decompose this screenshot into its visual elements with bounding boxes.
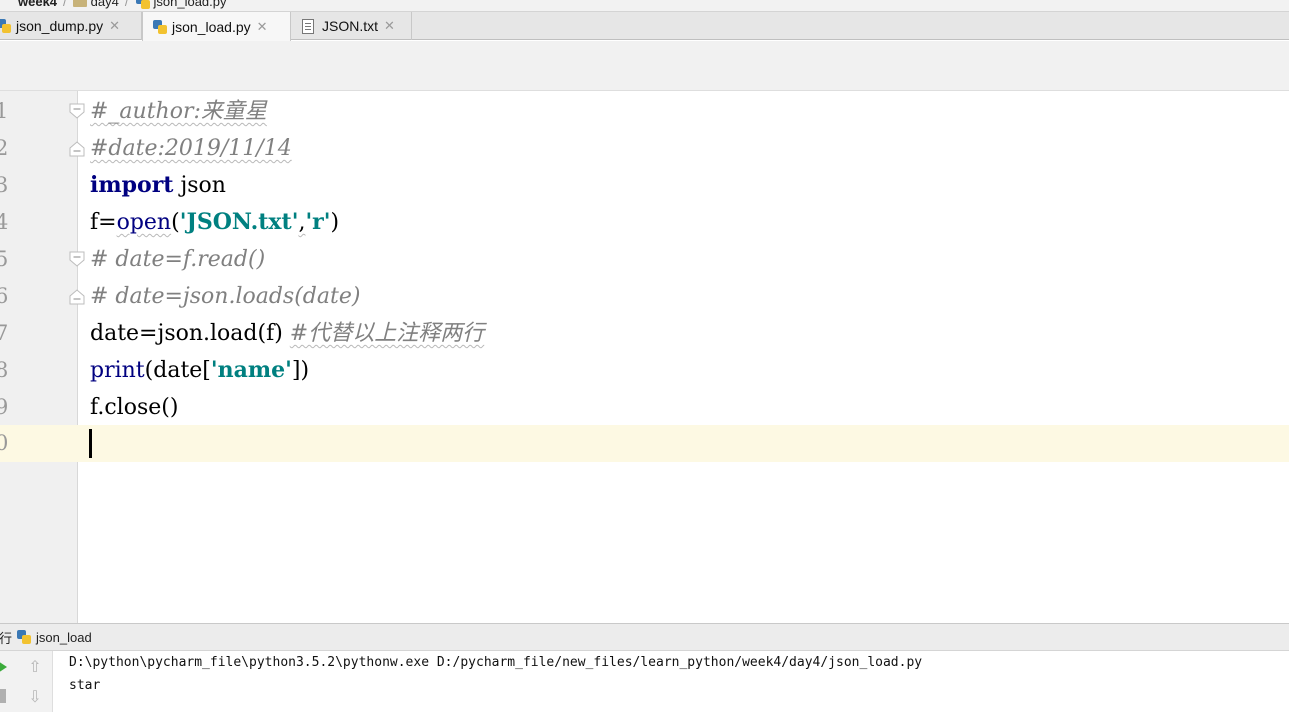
line-number: 8 [0, 358, 9, 382]
line-number: 2 [0, 136, 9, 160]
text-caret [89, 429, 92, 458]
breadcrumb-day-label: day4 [90, 0, 119, 9]
editor-tab-bar: json_dump.py ✕ json_load.py ✕ JSON.txt ✕ [0, 12, 1289, 41]
line-number: 3 [0, 173, 9, 197]
tab-label: json_load.py [172, 18, 251, 35]
code-line: 9 f.close() [0, 389, 1289, 426]
line-number: 7 [0, 321, 9, 345]
close-icon[interactable]: ✕ [109, 18, 120, 34]
python-file-icon [0, 18, 12, 34]
code-text: import json [90, 172, 226, 198]
scroll-up-icon[interactable]: ⇧ [27, 659, 43, 675]
fold-start-icon[interactable] [69, 103, 86, 120]
python-run-config-icon [16, 629, 32, 645]
scroll-down-icon[interactable]: ⇩ [27, 689, 43, 705]
tab-json-dump[interactable]: json_dump.py ✕ [0, 12, 142, 40]
line-number: 5 [0, 247, 9, 271]
breadcrumb-file[interactable]: json_load.py [131, 0, 231, 10]
code-line: 3 import json [0, 167, 1289, 204]
folder-icon [72, 0, 87, 7]
code-text: #_author:来童星 [90, 99, 267, 124]
code-text: f.close() [90, 395, 179, 420]
code-text: #date:2019/11/14 [90, 136, 292, 161]
breadcrumb-week[interactable]: week4 [0, 0, 61, 9]
stop-icon[interactable] [0, 689, 6, 703]
code-line: 2 #date:2019/11/14 [0, 130, 1289, 167]
breadcrumb-separator: / [63, 0, 67, 9]
line-number: 4 [0, 210, 9, 234]
run-panel-header: 行 json_load [0, 623, 1289, 651]
code-line: 7 date=json.load(f) #代替以上注释两行 [0, 315, 1289, 352]
tab-json-txt[interactable]: JSON.txt ✕ [291, 12, 412, 40]
code-text: # date=json.loads(date) [90, 284, 361, 309]
python-file-icon [152, 19, 168, 35]
current-code-line[interactable]: 0 [0, 425, 1289, 462]
rerun-icon[interactable] [0, 661, 7, 673]
code-text: # date=f.read() [90, 247, 266, 272]
code-text: date=json.load(f) #代替以上注释两行 [90, 321, 485, 346]
console-line: star [69, 678, 101, 693]
code-line: 8 print(date['name']) [0, 352, 1289, 389]
code-text: f=open('JSON.txt','r') [90, 209, 340, 235]
run-config-name[interactable]: json_load [36, 630, 92, 645]
tab-label: JSON.txt [322, 18, 379, 34]
editor-toolbar-strip [0, 41, 1289, 91]
tab-label: json_dump.py [16, 18, 104, 34]
code-line: 6 # date=json.loads(date) [0, 278, 1289, 315]
breadcrumb-separator: / [124, 0, 129, 9]
line-number: 9 [0, 395, 9, 419]
python-file-icon [135, 0, 151, 10]
close-icon[interactable]: ✕ [257, 19, 268, 35]
code-text: print(date['name']) [90, 357, 310, 383]
tab-json-load[interactable]: json_load.py ✕ [142, 12, 291, 41]
run-panel-toolbar: ⇧ ⇩ [0, 651, 53, 712]
close-icon[interactable]: ✕ [384, 18, 395, 34]
fold-start-icon[interactable] [69, 251, 86, 268]
code-line: 4 f=open('JSON.txt','r') [0, 204, 1289, 241]
breadcrumb-day[interactable]: day4 [69, 0, 123, 9]
code-line: 5 # date=f.read() [0, 241, 1289, 278]
text-file-icon [302, 18, 314, 34]
line-number: 6 [0, 284, 9, 308]
console-line: D:\python\pycharm_file\python3.5.2\pytho… [69, 655, 923, 670]
breadcrumb-file-label: json_load.py [153, 0, 227, 9]
fold-end-icon[interactable] [69, 140, 86, 157]
console-output[interactable]: D:\python\pycharm_file\python3.5.2\pytho… [69, 651, 922, 697]
breadcrumb: week4 / day4 / json_load.py [0, 0, 1289, 12]
line-number: 1 [0, 99, 9, 123]
code-editor[interactable]: 1 #_author:来童星 2 #date:2019/11/14 3 impo… [0, 91, 1289, 623]
fold-end-icon[interactable] [69, 288, 86, 305]
line-number: 0 [0, 431, 9, 455]
run-panel-title: 行 [0, 630, 13, 646]
code-line: 1 #_author:来童星 [0, 93, 1289, 130]
